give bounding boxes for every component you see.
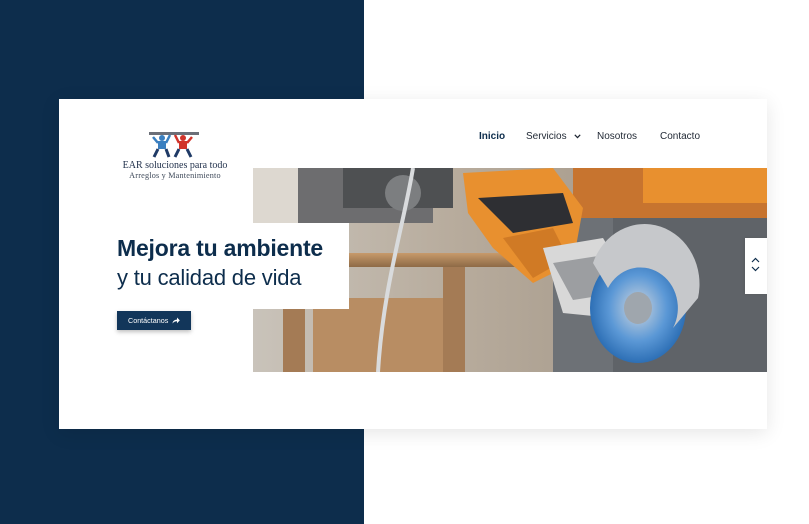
website-preview-card: EAR soluciones para todo Arreglos y Mant… — [59, 99, 767, 429]
slider-control — [745, 238, 767, 294]
nav-item-contacto[interactable]: Contacto — [660, 131, 700, 142]
main-navigation: Inicio Servicios Nosotros Contacto — [59, 131, 767, 145]
hero-headline-box: Mejora tu ambiente y tu calidad de vida — [59, 223, 349, 309]
brand-tagline: Arreglos y Mantenimiento — [129, 171, 221, 180]
nav-item-servicios[interactable]: Servicios — [526, 131, 581, 142]
chevron-down-icon[interactable] — [751, 266, 760, 272]
cta-label: Contáctanos — [128, 316, 169, 325]
hero-headline-bold: Mejora tu ambiente — [117, 235, 323, 261]
nav-item-label: Servicios — [526, 131, 567, 142]
hero-headline-regular: y tu calidad de vida — [117, 265, 302, 290]
share-arrow-icon — [172, 317, 180, 324]
brand-name: EAR soluciones para todo — [122, 160, 228, 171]
chevron-up-icon[interactable] — [751, 257, 760, 263]
nav-item-inicio[interactable]: Inicio — [479, 131, 505, 142]
nav-item-nosotros[interactable]: Nosotros — [597, 131, 637, 142]
chevron-down-icon — [574, 134, 581, 139]
contact-cta-button[interactable]: Contáctanos — [117, 311, 191, 330]
